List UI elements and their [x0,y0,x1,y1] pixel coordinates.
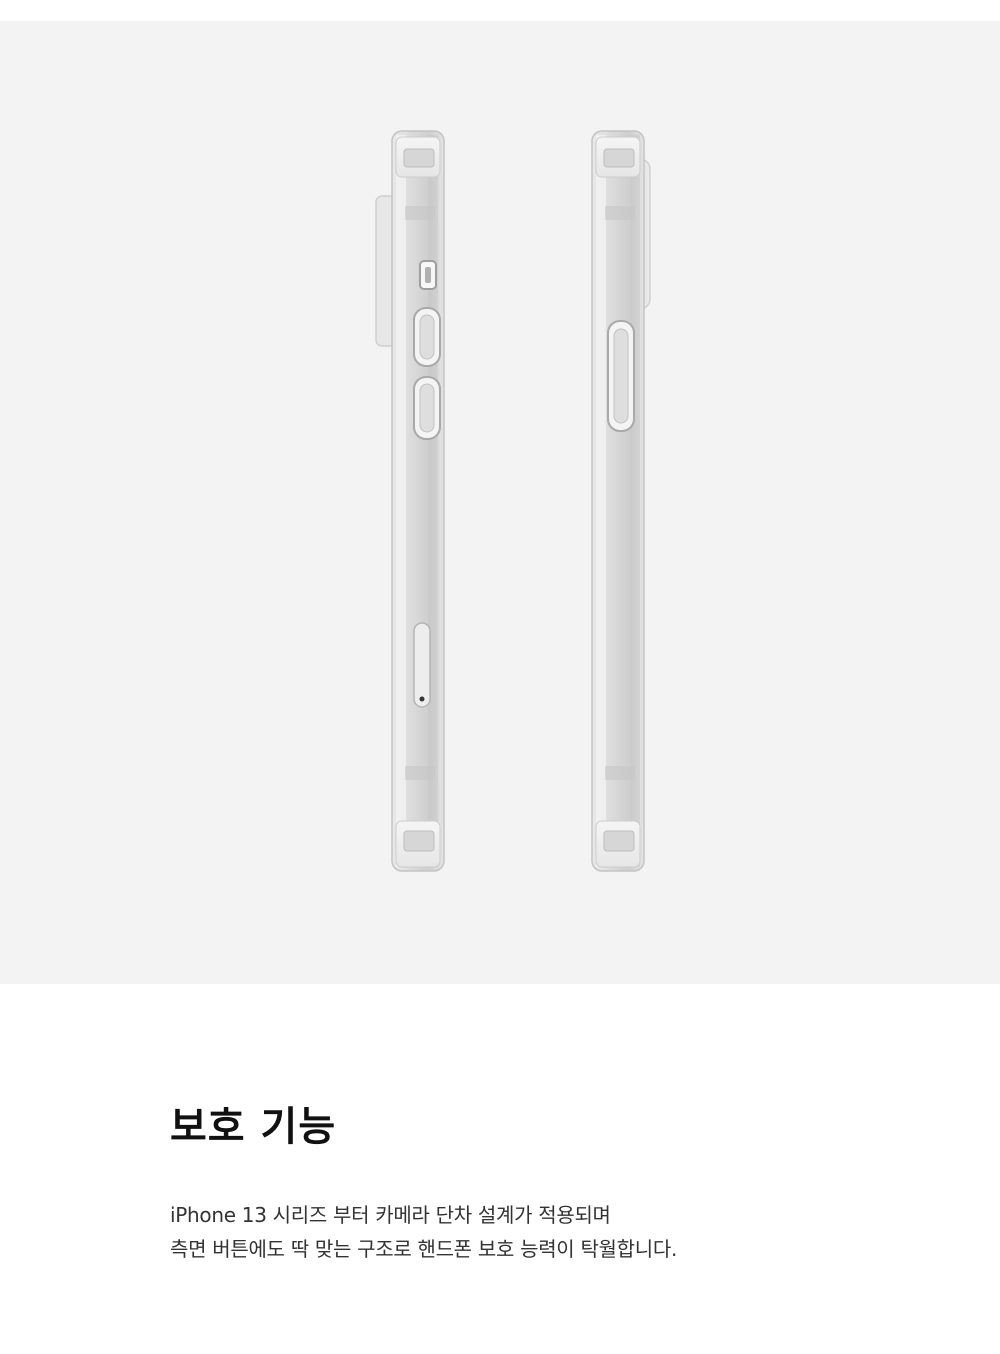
section-title: 보호 기능 [170,1104,337,1150]
case-left-side-view [375,130,445,872]
case-right-side-view [591,130,651,872]
clear-case-side-views-illustration [375,130,651,872]
description-line-2: 측면 버튼에도 딱 맞는 구조로 핸드폰 보호 능력이 탁월합니다. [170,1237,678,1261]
product-photo [0,21,1000,984]
section-description: iPhone 13 시리즈 부터 카메라 단차 설계가 적용되며 측면 버튼에도… [170,1198,950,1266]
description-line-1: iPhone 13 시리즈 부터 카메라 단차 설계가 적용되며 [170,1203,611,1227]
